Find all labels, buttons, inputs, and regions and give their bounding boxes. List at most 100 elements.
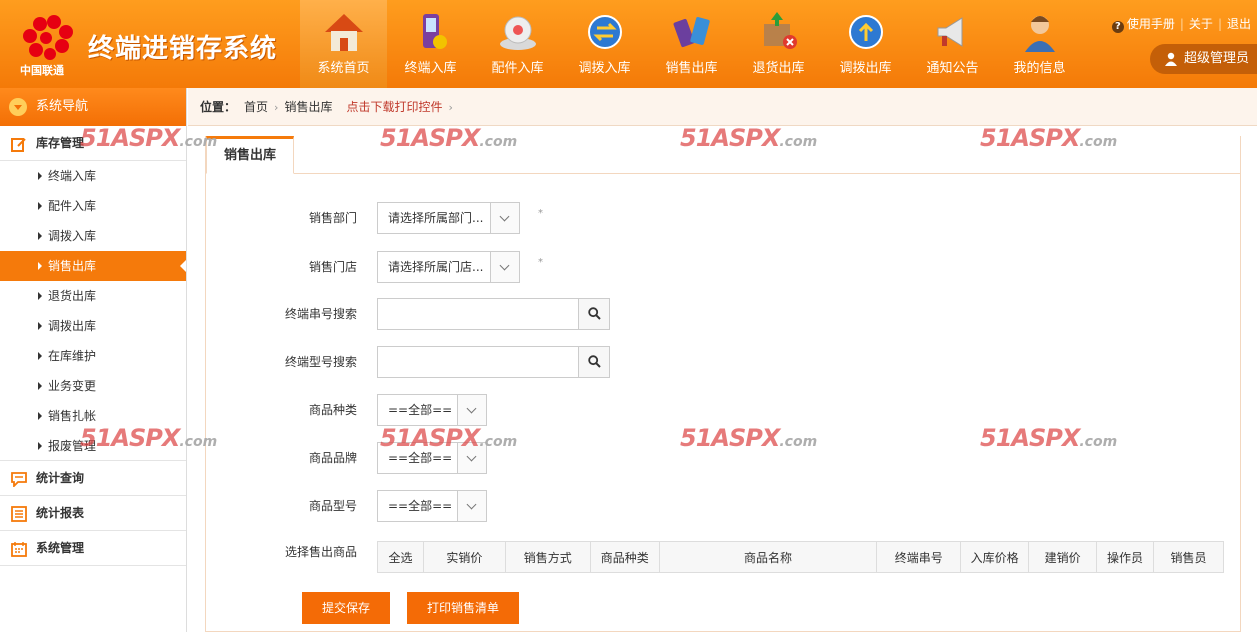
search-icon [588, 307, 601, 320]
chevron-down-icon[interactable] [457, 443, 486, 473]
group-label: 统计报表 [36, 506, 85, 520]
sidebar-item-return-out[interactable]: 退货出库 [0, 281, 186, 311]
list-icon [11, 506, 27, 522]
nav-item-terminal-in[interactable]: 终端入库 [387, 0, 474, 88]
top-links: ? 使用手册 | 关于 | 退出 [1111, 15, 1251, 33]
about-link[interactable]: 关于 [1189, 15, 1213, 32]
item-label: 业务变更 [48, 379, 97, 393]
sidebar-title: 系统导航 [36, 99, 89, 114]
swap-globe-icon [588, 15, 622, 49]
nav-item-notice[interactable]: 通知公告 [909, 0, 996, 88]
model-select-value: ==全部== [388, 499, 453, 513]
item-label: 终端入库 [48, 169, 97, 183]
dept-select-value: 请选择所属部门... [388, 211, 484, 225]
required-mark: * [538, 208, 543, 219]
sidebar-group-system[interactable]: 系统管理 [0, 531, 186, 566]
top-nav: 系统首页 终端入库 配件入库 调拨入库 销售出库 退货出库 调拨出库 通知公告 … [300, 0, 1083, 88]
calendar-icon [11, 542, 27, 557]
chevron-down-icon[interactable] [457, 491, 486, 521]
phones-icon [673, 17, 710, 48]
house-icon [325, 14, 363, 51]
breadcrumb-current: 销售出库 [284, 100, 333, 114]
item-label: 报废管理 [48, 439, 97, 453]
sidebar-header[interactable]: 系统导航 [0, 88, 186, 126]
sidebar-item-terminal-in[interactable]: 终端入库 [0, 161, 186, 191]
column-header: 建销价 [1028, 541, 1098, 573]
main-panel: 销售出库 销售部门 请选择所属部门... * 销售门店 请选择所属门店... *… [205, 136, 1241, 632]
nav-item-transfer-out[interactable]: 调拨出库 [822, 0, 909, 88]
box-cancel-icon [764, 12, 797, 49]
nav-item-home[interactable]: 系统首页 [300, 0, 387, 88]
breadcrumb-lead: 位置： [200, 100, 237, 114]
breadcrumb: 位置： 首页 › 销售出库 点击下载打印控件 › [188, 88, 1257, 126]
nav-item-accessory-in[interactable]: 配件入库 [474, 0, 561, 88]
column-header: 实销价 [422, 541, 506, 573]
sidebar: 系统导航 库存管理 终端入库 配件入库 调拨入库 销售出库 退货出库 调拨出库 … [0, 88, 187, 632]
logout-link[interactable]: 退出 [1227, 15, 1251, 32]
dept-select[interactable]: 请选择所属部门... [377, 202, 520, 234]
nav-label: 我的信息 [1013, 61, 1066, 76]
brand-select[interactable]: ==全部== [377, 442, 487, 474]
nav-item-sales-out[interactable]: 销售出库 [648, 0, 735, 88]
goods-table: 全选 实销价 销售方式 商品种类 商品名称 终端串号 入库价格 建销价 操作员 … [377, 541, 1224, 573]
group-label: 统计查询 [36, 471, 85, 485]
nav-label: 销售出库 [665, 61, 718, 76]
chevron-down-icon[interactable] [490, 203, 519, 233]
sidebar-item-sales-close[interactable]: 销售扎帐 [0, 401, 186, 431]
upload-globe-icon [849, 15, 883, 49]
breadcrumb-home[interactable]: 首页 [244, 100, 268, 114]
nav-item-my-info[interactable]: 我的信息 [996, 0, 1083, 88]
chevron-right-icon: › [274, 101, 279, 114]
tab-sales-out[interactable]: 销售出库 [206, 136, 294, 174]
submit-save-button[interactable]: 提交保存 [302, 592, 390, 624]
phone-icon [423, 14, 447, 49]
serial-search-button[interactable] [578, 299, 609, 329]
category-select[interactable]: ==全部== [377, 394, 487, 426]
logo-caption: 中国联通 [20, 63, 64, 76]
nav-item-return-out[interactable]: 退货出库 [735, 0, 822, 88]
nav-item-transfer-in[interactable]: 调拨入库 [561, 0, 648, 88]
user-name: 超级管理员 [1184, 51, 1250, 66]
sidebar-item-transfer-out[interactable]: 调拨出库 [0, 311, 186, 341]
model-label: 商品型号 [308, 499, 357, 513]
sidebar-item-sales-out[interactable]: 销售出库 [0, 251, 186, 281]
serial-search-input[interactable] [378, 299, 578, 329]
svg-text:中国联通: 中国联通 [20, 63, 64, 76]
router-icon [500, 16, 536, 50]
nav-label: 通知公告 [926, 61, 979, 76]
chevron-down-icon[interactable] [490, 252, 519, 282]
sidebar-item-stock-maintain[interactable]: 在库维护 [0, 341, 186, 371]
sidebar-item-business-change[interactable]: 业务变更 [0, 371, 186, 401]
store-select-value: 请选择所属门店... [388, 260, 484, 274]
divider: | [1217, 17, 1222, 31]
group-label: 系统管理 [36, 541, 85, 555]
store-select[interactable]: 请选择所属门店... [377, 251, 520, 283]
select-all-header[interactable]: 全选 [377, 541, 424, 573]
sidebar-item-accessory-in[interactable]: 配件入库 [0, 191, 186, 221]
nav-label: 终端入库 [404, 61, 457, 76]
help-icon: ? [1111, 21, 1124, 33]
sidebar-group-query[interactable]: 统计查询 [0, 461, 186, 496]
column-header: 终端串号 [876, 541, 962, 573]
model-search-button[interactable] [578, 347, 609, 377]
user-badge[interactable]: 超级管理员 [1150, 44, 1257, 74]
chevron-down-icon[interactable] [457, 395, 486, 425]
user-icon [1025, 16, 1055, 52]
model-search-input[interactable] [378, 347, 578, 377]
nav-label: 调拨入库 [578, 61, 631, 76]
help-link[interactable]: 使用手册 [1127, 15, 1175, 32]
dept-label: 销售部门 [308, 211, 357, 225]
download-print-plugin-link[interactable]: 点击下载打印控件 [346, 100, 442, 114]
table-header-row: 全选 实销价 销售方式 商品种类 商品名称 终端串号 入库价格 建销价 操作员 … [377, 541, 1224, 573]
edit-icon [11, 138, 26, 152]
sidebar-item-transfer-in[interactable]: 调拨入库 [0, 221, 186, 251]
print-sales-list-button[interactable]: 打印销售清单 [407, 592, 519, 624]
select-goods-label: 选择售出商品 [284, 545, 357, 559]
item-label: 销售出库 [48, 259, 97, 273]
model-select[interactable]: ==全部== [377, 490, 487, 522]
logo[interactable]: 中国联通 终端进销存系统 [12, 10, 282, 80]
sidebar-item-scrap[interactable]: 报废管理 [0, 431, 186, 461]
collapse-toggle-icon[interactable] [9, 98, 27, 116]
sidebar-group-report[interactable]: 统计报表 [0, 496, 186, 531]
sidebar-group-inventory[interactable]: 库存管理 [0, 126, 186, 161]
